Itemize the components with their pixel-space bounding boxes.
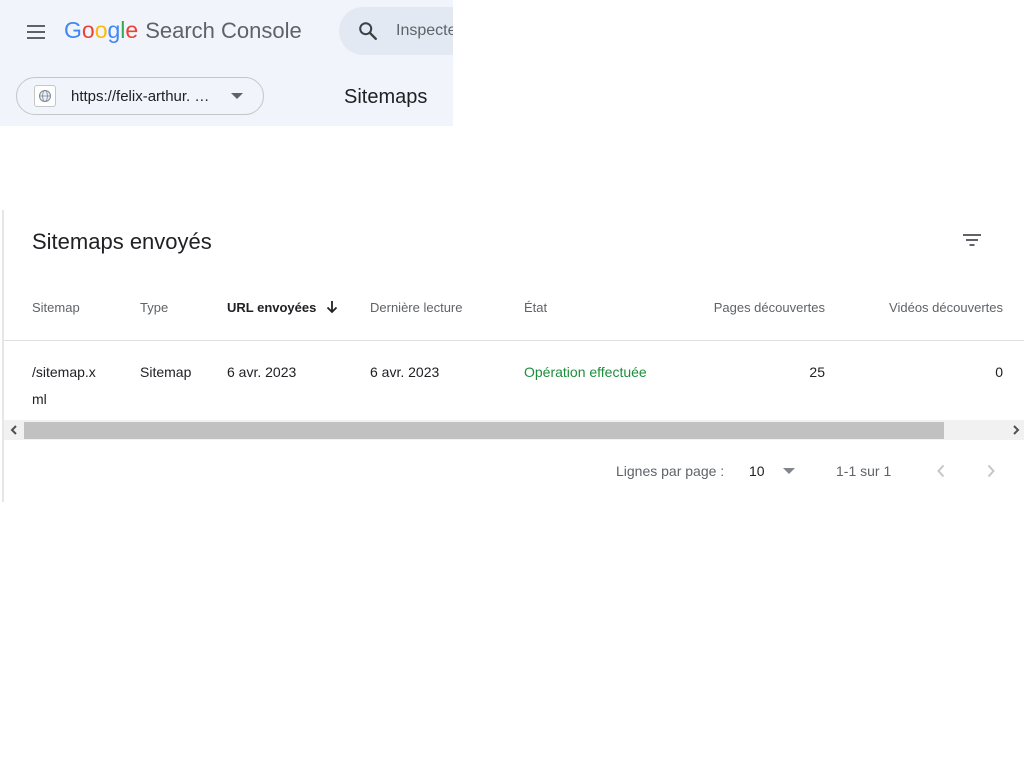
logo-letter: G <box>64 17 82 43</box>
logo-letter: e <box>125 17 139 43</box>
scroll-left-arrow-icon <box>10 425 17 435</box>
horizontal-scrollbar[interactable] <box>4 420 1024 440</box>
logo-letter: o <box>81 17 95 43</box>
column-header-derniere-lecture[interactable]: Dernière lecture <box>370 300 463 315</box>
google-search-console-logo[interactable]: Google Search Console <box>64 17 302 49</box>
cell-derniere-lecture: 6 avr. 2023 <box>370 364 440 380</box>
column-header-videos-decouvertes[interactable]: Vidéos découvertes <box>844 300 1003 315</box>
product-name: Search Console <box>145 18 302 43</box>
column-header-pages-decouvertes[interactable]: Pages découvertes <box>684 300 825 315</box>
next-page-button[interactable] <box>979 459 1003 483</box>
cell-url-envoyees: 6 avr. 2023 <box>227 364 297 380</box>
cell-sitemap-line: ml <box>32 391 47 407</box>
scroll-right-arrow-icon <box>1013 425 1020 435</box>
submitted-sitemaps-card: Sitemaps envoyés Sitemap Type URL envoyé… <box>2 210 1024 502</box>
url-inspection-search[interactable]: Inspecter <box>339 7 453 55</box>
globe-icon <box>34 85 56 107</box>
scroll-right-button[interactable] <box>1006 420 1024 440</box>
search-placeholder: Inspecter <box>396 22 453 39</box>
chevron-right-icon <box>987 464 995 478</box>
sort-descending-arrow-icon <box>327 300 338 313</box>
column-header-label: URL envoyées <box>227 300 317 315</box>
dropdown-arrow-icon <box>231 93 243 99</box>
column-header-type[interactable]: Type <box>140 300 168 315</box>
rows-per-page-select[interactable]: 10 <box>744 459 800 483</box>
property-url: https://felix-arthur. … <box>71 87 210 105</box>
logo-letter: g <box>107 17 121 43</box>
dropdown-arrow-icon <box>782 468 795 474</box>
column-header-etat[interactable]: État <box>524 300 547 315</box>
cell-type: Sitemap <box>140 364 192 380</box>
search-icon <box>359 22 377 40</box>
column-header-sitemap[interactable]: Sitemap <box>32 300 80 315</box>
logo-letter: o <box>94 17 108 43</box>
cell-pages-decouvertes: 25 <box>809 364 825 380</box>
property-selector[interactable]: https://felix-arthur. … <box>16 77 264 115</box>
card-title: Sitemaps envoyés <box>32 229 212 254</box>
rows-per-page-value: 10 <box>749 463 765 479</box>
cell-etat-status: Opération effectuée <box>524 364 647 380</box>
previous-page-button[interactable] <box>929 459 953 483</box>
cell-videos-decouvertes: 0 <box>995 364 1003 380</box>
column-header-url-envoyees[interactable]: URL envoyées <box>227 300 339 315</box>
filter-list-icon <box>963 234 981 246</box>
cell-sitemap: /sitemap.x ml <box>32 359 112 413</box>
filter-button[interactable] <box>960 228 984 252</box>
page-title: Sitemaps <box>344 86 428 108</box>
scroll-left-button[interactable] <box>4 420 24 440</box>
main-menu-button[interactable] <box>24 20 48 44</box>
table-header-divider <box>4 340 1024 341</box>
chevron-left-icon <box>937 464 945 478</box>
cell-sitemap-line: /sitemap.x <box>32 364 96 380</box>
rows-per-page-label: Lignes par page : <box>616 463 725 479</box>
hamburger-menu-icon <box>27 25 45 39</box>
top-bar: Google Search Console Inspecter https://… <box>0 0 453 126</box>
scrollbar-thumb[interactable] <box>24 422 944 439</box>
pagination-range: 1-1 sur 1 <box>836 463 892 479</box>
